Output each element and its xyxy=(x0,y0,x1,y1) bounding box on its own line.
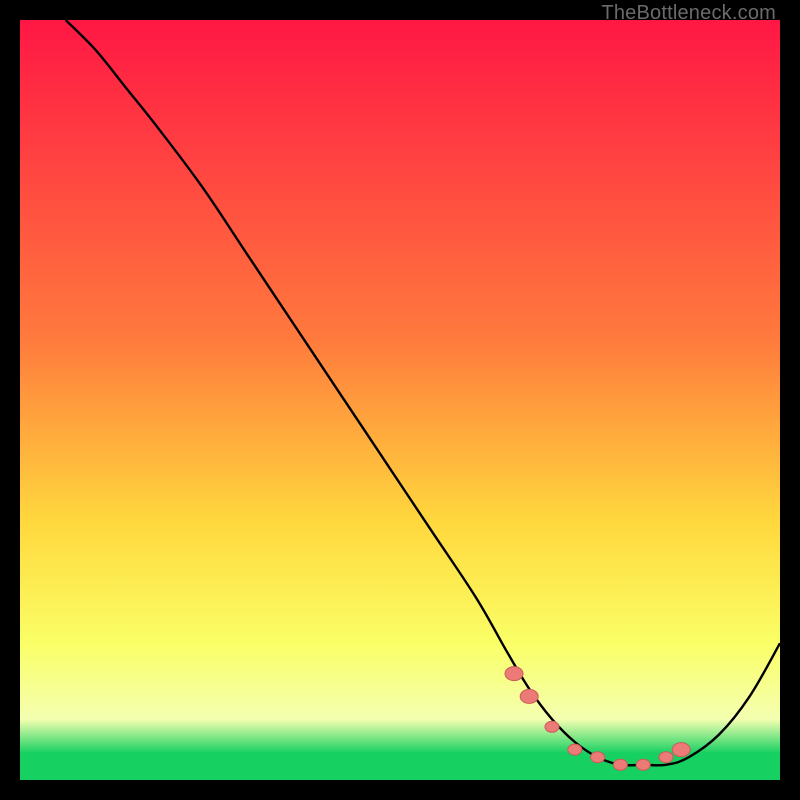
marker-point xyxy=(613,759,627,770)
marker-point xyxy=(672,743,690,757)
marker-point xyxy=(636,759,650,770)
marker-point xyxy=(591,752,605,763)
marker-point xyxy=(545,721,559,732)
gradient-background xyxy=(20,20,780,780)
marker-point xyxy=(568,744,582,755)
chart-frame xyxy=(20,20,780,780)
marker-point xyxy=(505,667,523,681)
marker-point xyxy=(520,689,538,703)
marker-point xyxy=(659,752,673,763)
bottleneck-chart xyxy=(20,20,780,780)
